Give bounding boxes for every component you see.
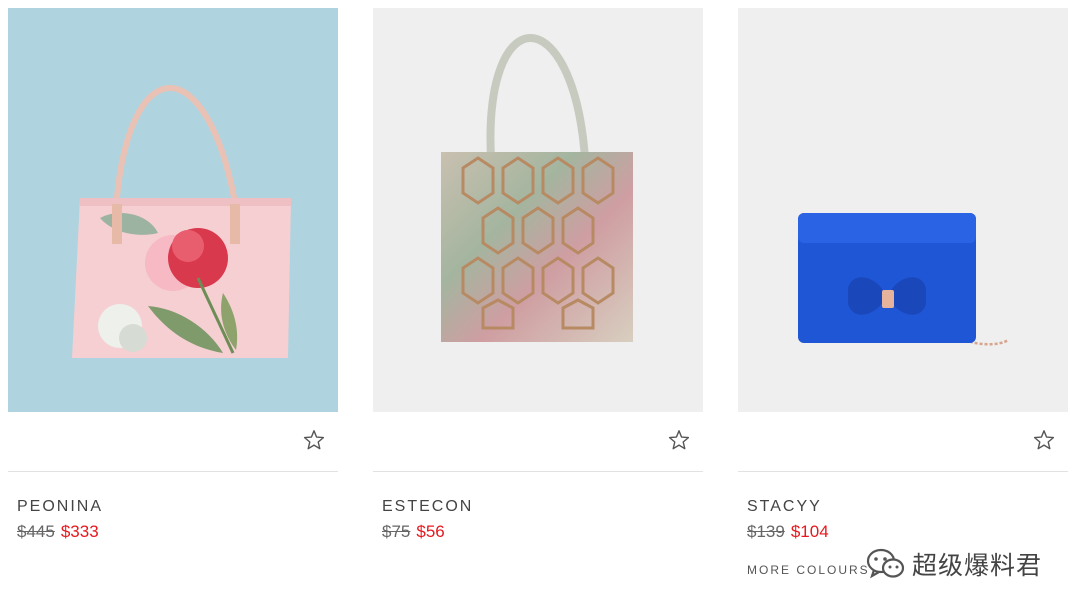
star-outline-icon[interactable] bbox=[667, 428, 691, 452]
divider bbox=[738, 471, 1068, 472]
original-price: $75 bbox=[382, 522, 411, 541]
product-name[interactable]: PEONINA bbox=[17, 498, 103, 516]
estecon-bag-illustration bbox=[373, 8, 703, 412]
product-image[interactable] bbox=[373, 8, 703, 412]
divider bbox=[373, 471, 703, 472]
wechat-icon bbox=[866, 548, 905, 579]
original-price: $139 bbox=[747, 522, 785, 541]
sale-price: $104 bbox=[790, 522, 829, 541]
product-name[interactable]: STACYY bbox=[747, 498, 822, 516]
product-price: $445 $333 bbox=[17, 522, 99, 542]
watermark-text: 超级爆料君 bbox=[912, 551, 1043, 580]
product-card-peonina: PEONINA $445 $333 bbox=[8, 8, 338, 598]
product-price: $139 $104 bbox=[747, 522, 829, 542]
sale-price: $333 bbox=[60, 522, 99, 541]
product-price: $75 $56 bbox=[382, 522, 445, 542]
product-grid: PEONINA $445 $333 ESTECON $75 $56 STACYY… bbox=[0, 0, 1080, 612]
divider bbox=[8, 471, 338, 472]
watermark: 超级爆料君 bbox=[866, 546, 1042, 582]
product-card-stacyy: STACYY $139 $104 MORE COLOURS bbox=[738, 8, 1068, 598]
more-colours-link[interactable]: MORE COLOURS bbox=[747, 563, 870, 577]
product-name[interactable]: ESTECON bbox=[382, 498, 473, 516]
sale-price: $56 bbox=[416, 522, 445, 541]
star-outline-icon[interactable] bbox=[1032, 428, 1056, 452]
product-card-estecon: ESTECON $75 $56 bbox=[373, 8, 703, 598]
product-image[interactable] bbox=[738, 8, 1068, 412]
stacyy-bag-illustration bbox=[738, 8, 1068, 412]
original-price: $445 bbox=[17, 522, 55, 541]
product-image[interactable] bbox=[8, 8, 338, 412]
peonina-bag-illustration bbox=[8, 8, 338, 412]
star-outline-icon[interactable] bbox=[302, 428, 326, 452]
